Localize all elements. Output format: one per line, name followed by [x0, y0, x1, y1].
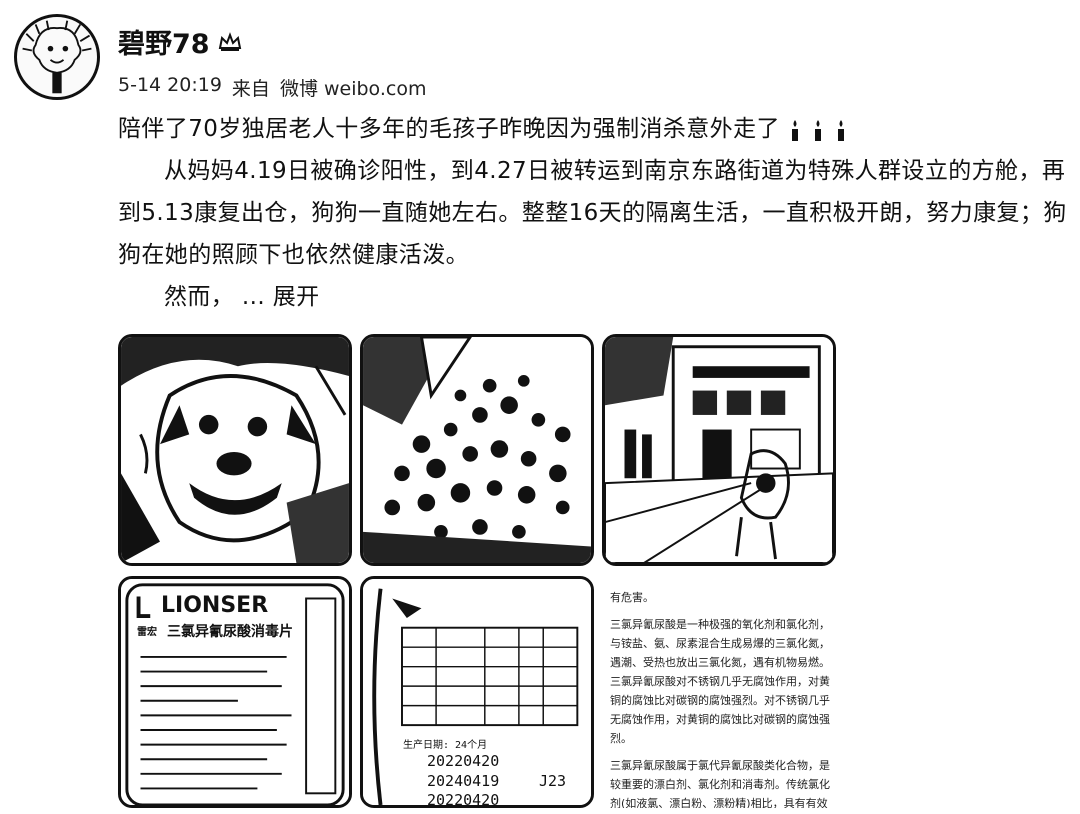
post-paragraph-2: 从妈妈4.19日被确诊阳性，到4.27日被转运到南京东路街道为特殊人群设立的方舱…: [118, 158, 1067, 268]
dog-fur-image: [363, 337, 591, 563]
date-line-2: 20240419: [427, 772, 500, 790]
image-thumb-production-date[interactable]: 生产日期: 24个月 20220420 20240419 J23 2022042…: [360, 576, 594, 808]
product-sub-brand: 雷宏: [137, 627, 157, 638]
doc-heading: 有危害。: [610, 591, 654, 604]
image-thumb-dog-fur[interactable]: [360, 334, 594, 566]
candle-icon: [814, 119, 821, 141]
post-line-1-text: 陪伴了70岁独居老人十多年的毛孩子昨晚因为强制消杀意外走了: [118, 116, 780, 142]
street-scene-image: [605, 337, 833, 563]
expand-link[interactable]: ... 展开: [242, 284, 320, 310]
emoji-group: [788, 119, 848, 141]
batch-code: J23: [539, 772, 567, 790]
from-label: 来自: [231, 78, 270, 100]
candle-icon: [791, 119, 798, 141]
post-time[interactable]: 5-14 20:19: [118, 74, 222, 101]
post-body: 陪伴了70岁独居老人十多年的毛孩子昨晚因为强制消杀意外走了 从妈妈4.19日被确…: [118, 108, 1068, 318]
username-row: 碧野78: [118, 22, 242, 61]
user-avatar[interactable]: [14, 14, 100, 100]
image-grid: LIONSER 雷宏 三氯异氰尿酸消毒片 生产日期: 24个月 20220420…: [118, 334, 858, 814]
image-thumb-street[interactable]: [602, 334, 836, 566]
date-line-1: 20220420: [427, 752, 500, 770]
crown-icon: [218, 31, 241, 51]
doc-paragraph-2: 三氯异氰尿酸属于氯代异氰尿酸类化合物，是较重要的漂白剂、氯化剂和消毒剂。传统氯化…: [610, 759, 830, 808]
label-title: 生产日期: 24个月: [403, 740, 488, 751]
product-brand: LIONSER: [161, 593, 269, 618]
post-line-1: 陪伴了70岁独居老人十多年的毛孩子昨晚因为强制消杀意外走了: [118, 108, 1068, 150]
date-line-3: 20220420: [427, 791, 500, 808]
dog-closeup-image: [121, 337, 349, 563]
doc-paragraph-1: 三氯异氰尿酸是一种极强的氧化剂和氯化剂，与铵盐、氨、尿素混合生成易爆的三氯化氮，…: [610, 618, 830, 745]
post-lead-row: 然而， ... 展开: [118, 276, 1068, 318]
username[interactable]: 碧野78: [118, 22, 210, 61]
post-meta: 5-14 20:19 来自 微博 weibo.com: [118, 74, 426, 101]
image-thumb-dog-closeup[interactable]: [118, 334, 352, 566]
avatar-icon: [22, 20, 92, 94]
product-name: 三氯异氰尿酸消毒片: [167, 624, 293, 640]
image-thumb-chemical-text[interactable]: 有危害。 三氯异氰尿酸是一种极强的氧化剂和氯化剂，与铵盐、氨、尿素混合生成易爆的…: [602, 576, 836, 808]
post-lead: 然而，: [164, 284, 235, 310]
image-thumb-disinfectant-bottle[interactable]: LIONSER 雷宏 三氯异氰尿酸消毒片: [118, 576, 352, 808]
chemical-description: 有危害。 三氯异氰尿酸是一种极强的氧化剂和氯化剂，与铵盐、氨、尿素混合生成易爆的…: [610, 588, 830, 808]
candle-icon: [837, 119, 844, 141]
post-source[interactable]: 微博 weibo.com: [280, 74, 427, 101]
